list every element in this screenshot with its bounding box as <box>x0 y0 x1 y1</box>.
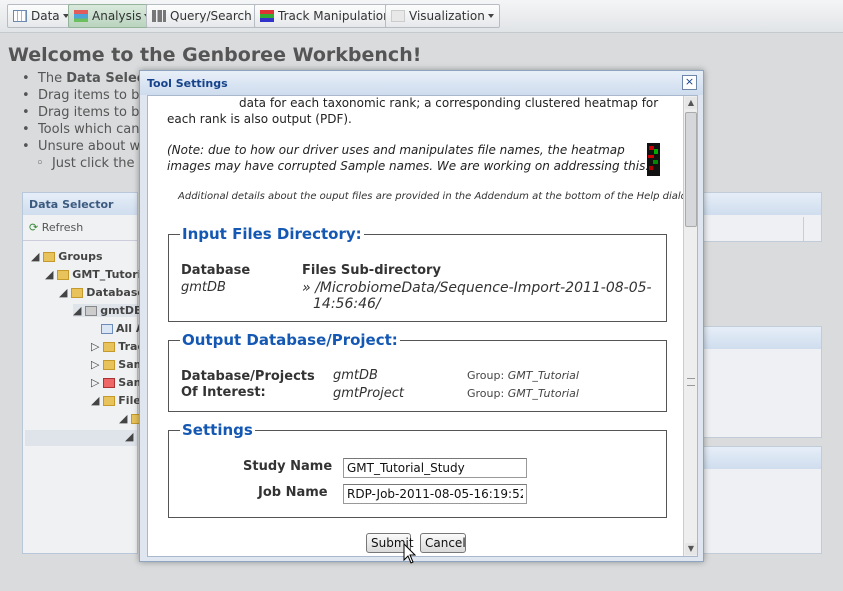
output-database-legend: Output Database/Project: <box>180 331 400 349</box>
analysis-icon <box>74 10 88 22</box>
scroll-up-icon[interactable]: ▲ <box>685 97 697 109</box>
group-folder-icon <box>43 252 56 262</box>
dialog-title: Tool Settings <box>140 71 703 95</box>
data-selector-panel: Data Selector ⟳ Refresh ◢ Groups ◢ GMT_T… <box>22 192 153 554</box>
query-search-menu-button[interactable]: Query/Search <box>146 4 267 28</box>
folder-icon <box>103 360 116 370</box>
output-project-value: gmtProject <box>333 386 405 401</box>
tree-node-gmtdb[interactable]: ◢ gmtDB <box>73 304 142 317</box>
query-icon <box>152 10 166 22</box>
tree-node-tracks[interactable]: ▷ Trac <box>91 340 144 353</box>
folder-icon <box>71 288 84 298</box>
job-name-input[interactable] <box>343 484 527 504</box>
refresh-icon: ⟳ <box>29 221 39 234</box>
output-targets-panel <box>702 192 822 242</box>
settings-section: Settings Study Name Job Name <box>168 421 667 518</box>
bullet-item: • The Data Selec <box>22 71 145 86</box>
tree-node-all[interactable]: All A <box>101 322 144 335</box>
details-panel <box>702 326 822 438</box>
tree-node-selected[interactable]: ◢ <box>25 430 137 446</box>
dialog-scrollbar[interactable]: ▲ ▼ <box>683 96 697 556</box>
data-selector-title: Data Selector <box>23 193 137 215</box>
dialog-content: data for each taxonomic rank; a correspo… <box>148 96 696 556</box>
refresh-button[interactable]: ⟳ Refresh <box>23 215 137 241</box>
output-database-section: Output Database/Project: Database/Projec… <box>168 331 667 412</box>
group-icon <box>57 270 70 280</box>
input-files-section: Input Files Directory: Database gmtDB Fi… <box>168 225 667 322</box>
page-title: Welcome to the Genboree Workbench! <box>8 44 422 66</box>
output-database-value: gmtDB <box>333 368 378 383</box>
heatmap-thumbnail-icon <box>647 143 660 176</box>
output-database-group: Group: GMT_Tutorial <box>467 369 579 382</box>
settings-legend: Settings <box>180 421 255 439</box>
analysis-menu-button[interactable]: Analysis <box>68 4 157 28</box>
output-label-line2: Of Interest: <box>181 385 266 400</box>
tool-settings-dialog: Tool Settings × data for each taxonomic … <box>139 70 704 562</box>
input-files-legend: Input Files Directory: <box>180 225 364 243</box>
output-label-line1: Database/Projects <box>181 369 315 384</box>
database-icon <box>85 306 98 316</box>
visualization-menu-button[interactable]: Visualization <box>385 4 500 28</box>
bullet-item: • Tools which can <box>22 122 140 137</box>
study-name-input[interactable] <box>343 458 527 478</box>
cancel-button[interactable]: Cancel <box>420 533 466 553</box>
bullet-item: • Drag items to b <box>22 105 140 120</box>
study-name-label: Study Name <box>243 459 333 474</box>
info-panel <box>702 446 822 554</box>
files-subdirectory-label: Files Sub-directory <box>302 263 441 278</box>
top-toolbar: Data Analysis Query/Search Track Manipul… <box>0 0 843 33</box>
visualization-menu-label: Visualization <box>409 9 485 23</box>
track-icon <box>260 10 274 22</box>
files-subdirectory-value-cont: 14:56:46/ <box>313 296 381 312</box>
grid-icon <box>13 10 27 22</box>
right-panels <box>702 192 822 554</box>
tree-node-sample-sets[interactable]: ▷ Sam <box>91 376 145 389</box>
bullet-item: • Unsure about w <box>22 139 141 154</box>
note-line: (Note: due to how our driver uses and ma… <box>167 143 625 157</box>
tree-node-gmt-tutorial[interactable]: ◢ GMT_Tutorial <box>45 268 153 281</box>
list-icon <box>101 324 113 334</box>
bullet-sub-item: ◦ Just click the <box>36 156 135 171</box>
scroll-down-icon[interactable]: ▼ <box>685 543 697 555</box>
files-subdirectory-value: » /MicrobiomeData/Sequence-Import-2011-0… <box>302 280 652 296</box>
description-line: data for each taxonomic rank; a correspo… <box>239 96 659 110</box>
folder-icon <box>103 342 116 352</box>
dialog-body: data for each taxonomic rank; a correspo… <box>147 95 698 557</box>
grip-icon <box>687 378 695 386</box>
mouse-cursor-icon <box>403 543 417 564</box>
note-line: images may have corrupted Sample names. … <box>167 159 654 173</box>
tree-node-groups[interactable]: ◢ Groups <box>31 250 103 263</box>
bullet-item: • Drag items to b <box>22 88 140 103</box>
job-name-label: Job Name <box>258 485 328 500</box>
folder-icon <box>103 396 116 406</box>
visualization-icon <box>391 10 405 22</box>
tree-node-samples[interactable]: ▷ Sam <box>91 358 145 371</box>
data-menu-button[interactable]: Data <box>7 4 75 28</box>
analysis-menu-label: Analysis <box>92 9 142 23</box>
track-manipulation-menu-button[interactable]: Track Manipulation <box>254 4 406 28</box>
database-value: gmtDB <box>181 280 226 295</box>
addendum-note: Additional details about the ouput files… <box>178 191 697 202</box>
description-line: each rank is also output (PDF). <box>167 112 352 126</box>
output-project-group: Group: GMT_Tutorial <box>467 387 579 400</box>
query-search-menu-label: Query/Search <box>170 9 252 23</box>
database-label: Database <box>181 263 251 278</box>
sample-set-icon <box>103 378 116 388</box>
intro-bullets: • The Data Selec • Drag items to b • Dra… <box>22 70 145 172</box>
scroll-thumb[interactable] <box>685 112 697 227</box>
data-menu-label: Data <box>31 9 60 23</box>
track-manipulation-menu-label: Track Manipulation <box>278 9 391 23</box>
close-icon[interactable]: × <box>682 75 697 90</box>
tree-node-databases[interactable]: ◢ Databases <box>59 286 151 299</box>
tree-node-files[interactable]: ◢ File <box>91 394 141 407</box>
